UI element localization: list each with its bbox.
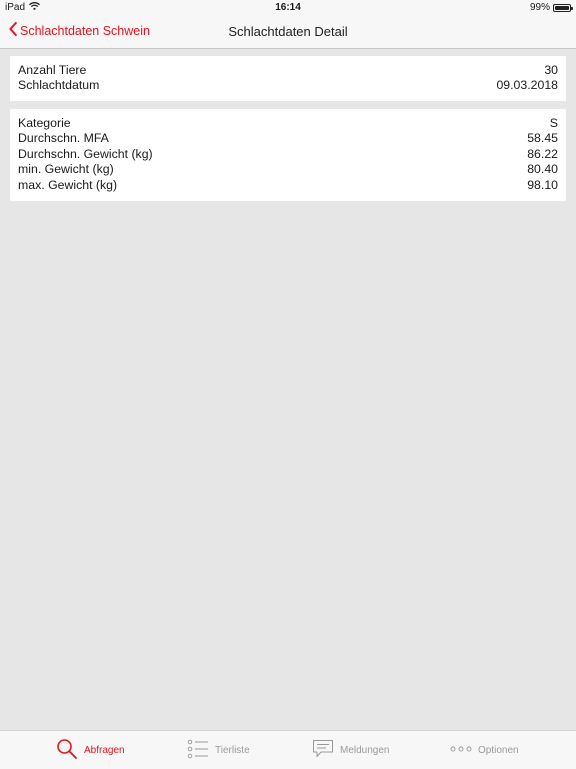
row-value: S: [549, 116, 558, 130]
tab-tierliste[interactable]: Tierliste: [187, 731, 250, 769]
search-icon: [56, 738, 78, 763]
row-value: 58.45: [527, 131, 558, 146]
detail-row: Durchschn. MFA 58.45: [18, 131, 558, 146]
row-label: Durchschn. Gewicht (kg): [18, 146, 153, 161]
tab-abfragen[interactable]: Abfragen: [56, 731, 125, 769]
tab-optionen[interactable]: Optionen: [450, 731, 519, 769]
battery-percent: 99%: [529, 2, 550, 13]
tab-label: Optionen: [478, 744, 519, 756]
row-value: 80.40: [527, 162, 558, 177]
row-label: max. Gewicht (kg): [18, 177, 118, 192]
details-card: Kategorie S Durchschn. MFA 58.45 Durchsc…: [10, 109, 566, 201]
row-value: 30: [544, 63, 558, 77]
row-label: Schlachtdatum: [18, 78, 100, 93]
tab-label: Tierliste: [215, 744, 250, 756]
more-icon: [450, 745, 472, 756]
battery-fill: [555, 5, 569, 10]
row-value: 86.22: [527, 146, 558, 161]
tab-label: Abfragen: [84, 744, 125, 756]
summary-row: Anzahl Tiere 30: [18, 63, 558, 78]
status-bar: iPad 16:14 99%: [0, 0, 576, 16]
row-label: min. Gewicht (kg): [18, 162, 114, 177]
row-value: 98.10: [527, 177, 558, 192]
battery-info: 99%: [529, 2, 573, 13]
detail-row: Kategorie S: [18, 116, 558, 131]
row-label: Anzahl Tiere: [18, 63, 87, 77]
detail-row: Durchschn. Gewicht (kg) 86.22: [18, 147, 558, 162]
detail-row: max. Gewicht (kg) 98.10: [18, 178, 558, 193]
summary-card: Anzahl Tiere 30 Schlachtdatum 09.03.2018: [10, 56, 566, 101]
battery-icon: [553, 3, 573, 12]
row-label: Durchschn. MFA: [18, 131, 109, 146]
tab-bar: Abfragen Tierliste Meldungen Optionen: [0, 730, 576, 769]
tab-label: Meldungen: [340, 744, 390, 756]
message-icon: [312, 739, 334, 762]
navigation-bar: Schlachtdaten Schwein Schlachtdaten Deta…: [0, 16, 576, 49]
status-time: 16:14: [275, 2, 301, 13]
tab-meldungen[interactable]: Meldungen: [312, 731, 389, 769]
row-label: Kategorie: [18, 116, 71, 130]
summary-row: Schlachtdatum 09.03.2018: [18, 78, 558, 93]
list-icon: [187, 739, 209, 762]
detail-row: min. Gewicht (kg) 80.40: [18, 162, 558, 177]
row-value: 09.03.2018: [496, 78, 558, 93]
page-title: Schlachtdaten Detail: [228, 24, 348, 39]
